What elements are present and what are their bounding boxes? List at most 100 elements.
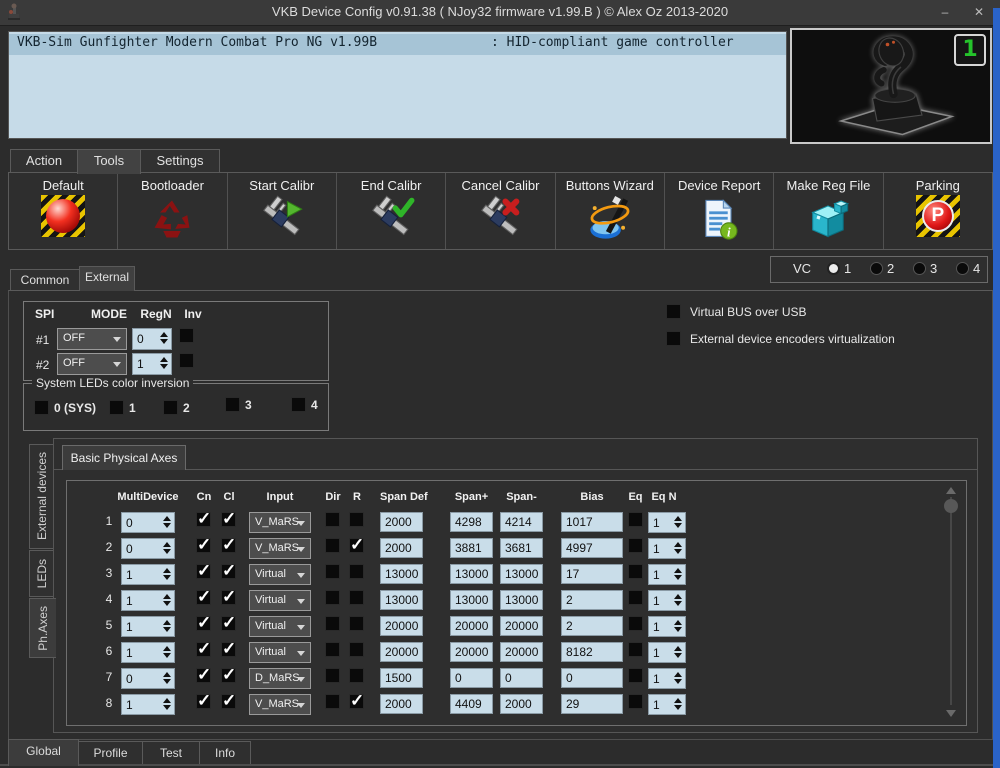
r-checkbox[interactable] bbox=[349, 564, 364, 579]
checkbox-icon[interactable] bbox=[666, 331, 681, 346]
multidevice-stepper[interactable]: 1 bbox=[121, 616, 175, 637]
r-checkbox[interactable] bbox=[349, 512, 364, 527]
radio-icon[interactable] bbox=[956, 262, 969, 275]
eq-checkbox[interactable] bbox=[628, 512, 643, 527]
dir-checkbox[interactable] bbox=[325, 590, 340, 605]
span-plus-field[interactable]: 13000 bbox=[450, 564, 493, 584]
checkbox-icon[interactable] bbox=[109, 400, 124, 415]
input-dropdown[interactable]: Virtual bbox=[249, 590, 311, 611]
device-report-button[interactable]: Device Report i bbox=[665, 173, 774, 249]
bias-field[interactable]: 17 bbox=[561, 564, 623, 584]
cn-checkbox[interactable] bbox=[196, 668, 211, 683]
cn-checkbox[interactable] bbox=[196, 564, 211, 579]
span-def-field[interactable]: 13000 bbox=[380, 590, 423, 610]
checkbox-icon[interactable] bbox=[666, 304, 681, 319]
make-reg-file-button[interactable]: Make Reg File bbox=[774, 173, 883, 249]
default-button[interactable]: Default bbox=[9, 173, 118, 249]
led-checkbox-2[interactable]: 2 bbox=[163, 400, 190, 415]
bias-field[interactable]: 4997 bbox=[561, 538, 623, 558]
cn-checkbox[interactable] bbox=[196, 590, 211, 605]
cl-checkbox[interactable] bbox=[221, 694, 236, 709]
tab-info[interactable]: Info bbox=[199, 741, 251, 764]
vertical-scrollbar[interactable] bbox=[944, 487, 958, 717]
dir-checkbox[interactable] bbox=[325, 538, 340, 553]
stepper-arrows[interactable] bbox=[163, 698, 171, 710]
vc-radio-3[interactable]: 3 bbox=[913, 261, 937, 276]
span-minus-field[interactable]: 13000 bbox=[500, 564, 543, 584]
side-tab-phaxes[interactable]: Ph.Axes bbox=[29, 598, 56, 658]
span-plus-field[interactable]: 13000 bbox=[450, 590, 493, 610]
cl-checkbox[interactable] bbox=[221, 512, 236, 527]
span-minus-field[interactable]: 20000 bbox=[500, 616, 543, 636]
eq-checkbox[interactable] bbox=[628, 590, 643, 605]
encoders-virtualization-option[interactable]: External device encoders virtualization bbox=[666, 331, 895, 346]
eq-checkbox[interactable] bbox=[628, 616, 643, 631]
bias-field[interactable]: 1017 bbox=[561, 512, 623, 532]
menu-tab-action[interactable]: Action bbox=[10, 149, 78, 172]
stepper-arrows[interactable] bbox=[674, 698, 682, 710]
radio-icon[interactable] bbox=[913, 262, 926, 275]
stepper-arrows[interactable] bbox=[674, 594, 682, 606]
spi-1-mode-dropdown[interactable]: OFF bbox=[57, 328, 127, 350]
input-dropdown[interactable]: V_MaRS bbox=[249, 538, 311, 559]
stepper-arrows[interactable] bbox=[163, 672, 171, 684]
span-minus-field[interactable]: 20000 bbox=[500, 642, 543, 662]
tab-external[interactable]: External bbox=[79, 266, 135, 291]
checkbox-icon[interactable] bbox=[34, 400, 49, 415]
virtual-bus-option[interactable]: Virtual BUS over USB bbox=[666, 304, 807, 319]
eq-n-stepper[interactable]: 1 bbox=[648, 642, 686, 663]
bias-field[interactable]: 2 bbox=[561, 616, 623, 636]
dir-checkbox[interactable] bbox=[325, 616, 340, 631]
spi-1-inv-checkbox[interactable] bbox=[179, 328, 194, 343]
tab-profile[interactable]: Profile bbox=[78, 741, 143, 764]
stepper-arrows[interactable] bbox=[674, 620, 682, 632]
input-dropdown[interactable]: D_MaRS bbox=[249, 668, 311, 689]
cl-checkbox[interactable] bbox=[221, 616, 236, 631]
start-calibr-button[interactable]: Start Calibr bbox=[228, 173, 337, 249]
r-checkbox[interactable] bbox=[349, 694, 364, 709]
close-button[interactable]: ✕ bbox=[964, 1, 994, 23]
input-dropdown[interactable]: Virtual bbox=[249, 642, 311, 663]
span-plus-field[interactable]: 0 bbox=[450, 668, 493, 688]
dir-checkbox[interactable] bbox=[325, 564, 340, 579]
stepper-arrows[interactable] bbox=[163, 568, 171, 580]
led-checkbox-4[interactable]: 4 bbox=[291, 397, 318, 412]
scroll-down-icon[interactable] bbox=[946, 710, 956, 717]
eq-checkbox[interactable] bbox=[628, 642, 643, 657]
eq-n-stepper[interactable]: 1 bbox=[648, 616, 686, 637]
span-plus-field[interactable]: 20000 bbox=[450, 642, 493, 662]
bootloader-button[interactable]: Bootloader bbox=[118, 173, 227, 249]
led-checkbox-1[interactable]: 1 bbox=[109, 400, 136, 415]
cn-checkbox[interactable] bbox=[196, 694, 211, 709]
stepper-arrows[interactable] bbox=[160, 357, 168, 369]
vc-radio-1[interactable]: 1 bbox=[827, 261, 851, 276]
multidevice-stepper[interactable]: 0 bbox=[121, 538, 175, 559]
cl-checkbox[interactable] bbox=[221, 564, 236, 579]
span-minus-field[interactable]: 4214 bbox=[500, 512, 543, 532]
side-tab-leds[interactable]: LEDs bbox=[29, 550, 55, 597]
span-def-field[interactable]: 20000 bbox=[380, 616, 423, 636]
cl-checkbox[interactable] bbox=[221, 668, 236, 683]
side-tab-external-devices[interactable]: External devices bbox=[29, 444, 55, 549]
eq-n-stepper[interactable]: 1 bbox=[648, 564, 686, 585]
bias-field[interactable]: 29 bbox=[561, 694, 623, 714]
multidevice-stepper[interactable]: 0 bbox=[121, 668, 175, 689]
checkbox-icon[interactable] bbox=[225, 397, 240, 412]
dir-checkbox[interactable] bbox=[325, 668, 340, 683]
r-checkbox[interactable] bbox=[349, 590, 364, 605]
eq-checkbox[interactable] bbox=[628, 694, 643, 709]
multidevice-stepper[interactable]: 0 bbox=[121, 512, 175, 533]
eq-n-stepper[interactable]: 1 bbox=[648, 512, 686, 533]
span-def-field[interactable]: 2000 bbox=[380, 694, 423, 714]
span-plus-field[interactable]: 4298 bbox=[450, 512, 493, 532]
stepper-arrows[interactable] bbox=[163, 516, 171, 528]
scroll-up-icon[interactable] bbox=[946, 487, 956, 494]
spi-2-inv-checkbox[interactable] bbox=[179, 353, 194, 368]
dir-checkbox[interactable] bbox=[325, 512, 340, 527]
stepper-arrows[interactable] bbox=[163, 594, 171, 606]
minimize-button[interactable]: – bbox=[930, 1, 960, 23]
multidevice-stepper[interactable]: 1 bbox=[121, 642, 175, 663]
stepper-arrows[interactable] bbox=[674, 672, 682, 684]
cancel-calibr-button[interactable]: Cancel Calibr bbox=[446, 173, 555, 249]
r-checkbox[interactable] bbox=[349, 616, 364, 631]
